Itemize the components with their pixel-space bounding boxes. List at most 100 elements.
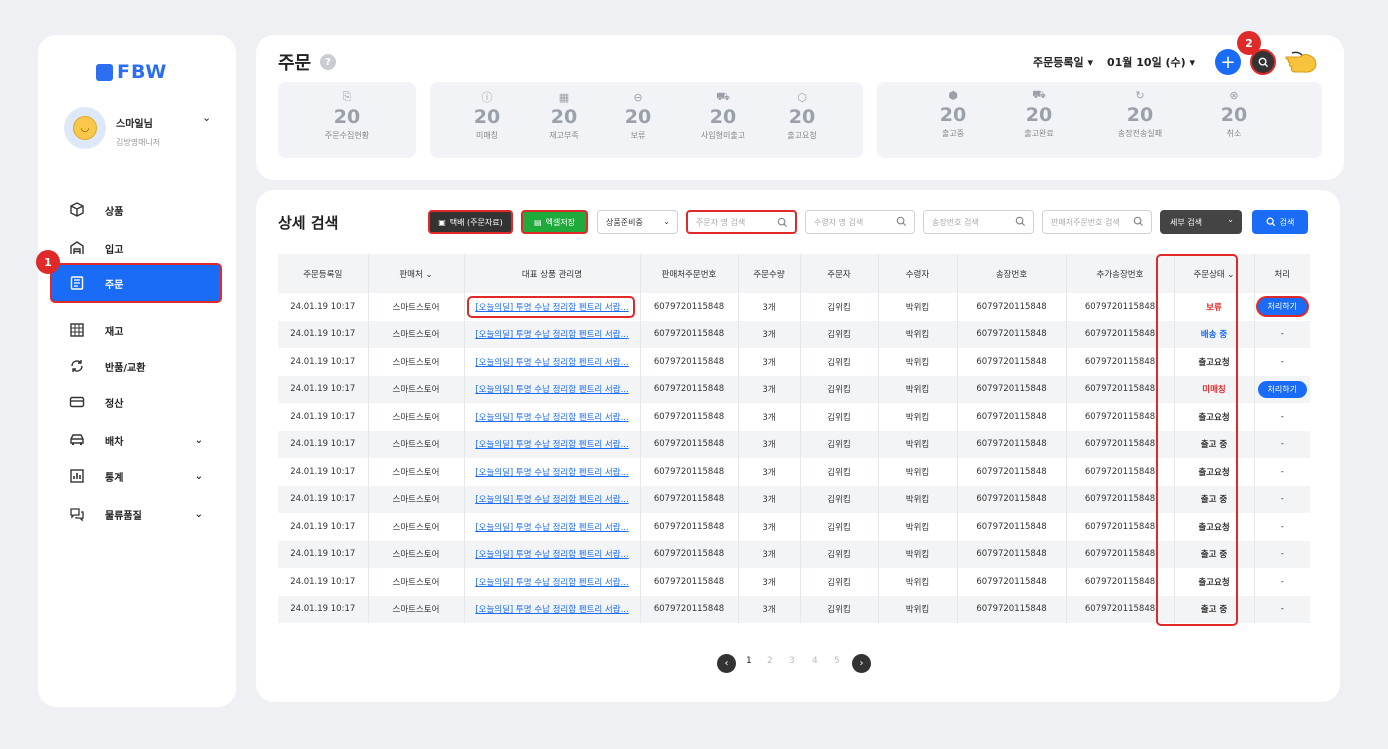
excel-save-button[interactable]: ▤ 엑셀저장 [521, 210, 588, 234]
cell-qty: 3개 [738, 458, 801, 486]
table-row[interactable]: 24.01.19 10:17 스마트스토어 [오늘의딜] 투명 수납 정리함 펜트리… [278, 485, 1310, 513]
column-header[interactable]: 판매처 ⌄ [368, 254, 465, 293]
receiver-search-input[interactable]: 수령자 명 검색 [805, 210, 915, 234]
sidebar-item-8[interactable]: 통계 ⌄ [38, 461, 236, 491]
seller-text: 스마트스토어 [392, 440, 440, 451]
table-row[interactable]: 24.01.19 10:17 스마트스토어 [오늘의딜] 투명 수납 정리함 펜트리… [278, 568, 1310, 596]
process-button[interactable]: 처리하기 [1257, 298, 1307, 316]
stat-item[interactable]: ⊖ 20 보류 [598, 90, 678, 141]
stat-item[interactable]: ⓘ 20 미매칭 [447, 90, 527, 141]
product-link[interactable]: [오늘의딜] 투명 수납 정리함 펜트리 서랍... [475, 523, 628, 533]
stat-label: 재고부족 [549, 131, 579, 140]
cell-invoice: 6079720115848 [957, 458, 1067, 486]
sidebar-item-5[interactable]: 반품/교환 [38, 351, 236, 381]
add-order-button[interactable]: + [1215, 49, 1241, 75]
table-row[interactable]: 24.01.19 10:17 스마트스토어 [오늘의딜] 투명 수납 정리함 펜트리… [278, 430, 1310, 458]
page-link[interactable]: 1 [746, 656, 752, 666]
product-link[interactable]: [오늘의딜] 투명 수납 정리함 펜트리 서랍... [475, 605, 628, 615]
extra_invoice-text: 6079720115848 [1084, 521, 1156, 532]
table-row[interactable]: 24.01.19 10:17 스마트스토어 [오늘의딜] 투명 수납 정리함 펜트리… [278, 540, 1310, 568]
table-row[interactable]: 24.01.19 10:17 스마트스토어 [오늘의딜] 투명 수납 정리함 펜트리… [278, 595, 1310, 623]
date-text: 24.01.19 10:17 [290, 329, 356, 340]
search-submit-button[interactable]: 검색 [1252, 210, 1308, 234]
table-row[interactable]: 24.01.19 10:17 스마트스토어 [오늘의딜] 투명 수납 정리함 펜트리… [278, 348, 1310, 376]
qty-text: 3개 [762, 302, 776, 313]
stat-item[interactable]: ⎘ 20 주문수집현황 [307, 90, 387, 141]
sidebar-item-1[interactable]: 상품 [38, 195, 236, 225]
extra_invoice-text: 6079720115848 [1084, 301, 1156, 312]
date-text: 24.01.19 10:17 [290, 494, 356, 505]
invoice-text: 6079720115848 [976, 576, 1047, 587]
help-icon[interactable]: ? [320, 54, 336, 70]
stat-item[interactable]: ⛟ 20 사입형미출고 [683, 90, 763, 141]
chevron-down-icon[interactable]: ⌄ [202, 111, 211, 124]
product-link[interactable]: [오늘의딜] 투명 수납 정리함 펜트리 서랍... [475, 413, 628, 423]
cell-action: - [1254, 485, 1310, 513]
page-link[interactable]: 3 [789, 656, 795, 666]
page-link[interactable]: 4 [812, 656, 818, 666]
fbw-logo[interactable]: FBW [96, 61, 167, 83]
detail-search-dropdown[interactable]: 세부 검색 ⌄ [1160, 210, 1242, 234]
table-row[interactable]: 24.01.19 10:17 스마트스토어 [오늘의딜] 투명 수납 정리함 펜트리… [278, 320, 1310, 348]
seller-text: 스마트스토어 [392, 357, 440, 368]
table-row[interactable]: 24.01.19 10:17 스마트스토어 [오늘의딜] 투명 수납 정리함 펜트리… [278, 458, 1310, 486]
table-row[interactable]: 24.01.19 10:17 스마트스토어 [오늘의딜] 투명 수납 정리함 펜트리… [278, 293, 1310, 321]
qty-text: 3개 [762, 522, 776, 533]
product-link[interactable]: [오늘의딜] 투명 수납 정리함 펜트리 서랍... [475, 550, 628, 560]
date-dropdown[interactable]: 01월 10일 (수) ▾ [1107, 54, 1195, 70]
receiver-text: 박위킴 [905, 357, 930, 368]
cell-seller: 스마트스토어 [368, 595, 465, 623]
column-header-label: 판매처주문번호 [661, 269, 717, 280]
page-link[interactable]: 2 [767, 656, 773, 666]
receiver-text: 박위킴 [905, 385, 930, 396]
product-link[interactable]: [오늘의딜] 투명 수납 정리함 펜트리 서랍... [475, 303, 628, 313]
table-row[interactable]: 24.01.19 10:17 스마트스토어 [오늘의딜] 투명 수납 정리함 펜트리… [278, 375, 1310, 403]
table-row[interactable]: 24.01.19 10:17 스마트스토어 [오늘의딜] 투명 수납 정리함 펜트리… [278, 403, 1310, 431]
stat-item[interactable]: ⬡ 20 출고요청 [762, 90, 842, 141]
seller-text: 스마트스토어 [392, 302, 440, 313]
sidebar-item-4[interactable]: 재고 [38, 315, 236, 345]
invoice-search-input[interactable]: 송장번호 검색 [923, 210, 1034, 234]
action-text: - [1280, 549, 1284, 560]
product-link[interactable]: [오늘의딜] 투명 수납 정리함 펜트리 서랍... [475, 495, 628, 505]
cell-seller: 스마트스토어 [368, 458, 465, 486]
product-link[interactable]: [오늘의딜] 투명 수납 정리함 펜트리 서랍... [475, 468, 628, 478]
next-page-button[interactable]: › [852, 654, 871, 673]
stat-item[interactable]: ⛟ 20 출고완료 [999, 88, 1079, 139]
search-icon [777, 217, 788, 228]
invoice-placeholder: 송장번호 검색 [932, 217, 979, 227]
status-select[interactable]: 상품준비중 ⌄ [597, 210, 678, 234]
cell-extra-invoice: 6079720115848 [1066, 293, 1175, 321]
page-link[interactable]: 5 [834, 656, 840, 666]
cell-receiver: 박위킴 [878, 348, 958, 376]
seller-text: 스마트스토어 [392, 522, 440, 533]
sidebar-item-2[interactable]: 입고 [38, 233, 236, 263]
sidebar-item-9[interactable]: 물류품질 ⌄ [38, 499, 236, 529]
sidebar-item-3[interactable]: 주문 [50, 263, 222, 303]
cell-order-no: 6079720115848 [640, 595, 739, 623]
sidebar-item-6[interactable]: 정산 [38, 387, 236, 417]
courier-button[interactable]: ▣ 택배 (주문자료) [428, 210, 513, 234]
seller-order-search-input[interactable]: 판매처주문번호 검색 [1042, 210, 1152, 234]
stat-item[interactable]: ⊗ 20 취소 [1194, 88, 1274, 139]
orderer-search-input[interactable]: 주문자 명 검색 [686, 210, 797, 234]
product-link[interactable]: [오늘의딜] 투명 수납 정리함 펜트리 서랍... [475, 358, 628, 368]
product-link[interactable]: [오늘의딜] 투명 수납 정리함 펜트리 서랍... [475, 330, 628, 340]
sidebar-item-7[interactable]: 배차 ⌄ [38, 425, 236, 455]
car-icon [69, 432, 85, 448]
stat-item[interactable]: ▦ 20 재고부족 [524, 90, 604, 141]
date-text: 24.01.19 10:17 [290, 604, 356, 615]
cell-product: [오늘의딜] 투명 수납 정리함 펜트리 서랍... [464, 375, 641, 403]
stat-item[interactable]: ⬢ 20 출고중 [913, 88, 993, 139]
stat-value: 20 [1126, 104, 1154, 126]
stat-item[interactable]: ↻ 20 송장전송실패 [1100, 88, 1180, 139]
product-link[interactable]: [오늘의딜] 투명 수납 정리함 펜트리 서랍... [475, 440, 628, 450]
column-header[interactable]: 주문상태 ⌄ [1174, 254, 1255, 293]
process-button[interactable]: 처리하기 [1257, 380, 1307, 398]
product-link[interactable]: [오늘의딜] 투명 수납 정리함 펜트리 서랍... [475, 578, 628, 588]
date-type-dropdown[interactable]: 주문등록일 ▾ [1033, 54, 1093, 70]
profile[interactable]: ◡ 스마일님 ⌄ 김방명매니저 [64, 107, 211, 149]
table-row[interactable]: 24.01.19 10:17 스마트스토어 [오늘의딜] 투명 수납 정리함 펜트리… [278, 513, 1310, 541]
product-link[interactable]: [오늘의딜] 투명 수납 정리함 펜트리 서랍... [475, 385, 628, 395]
prev-page-button[interactable]: ‹ [717, 654, 736, 673]
